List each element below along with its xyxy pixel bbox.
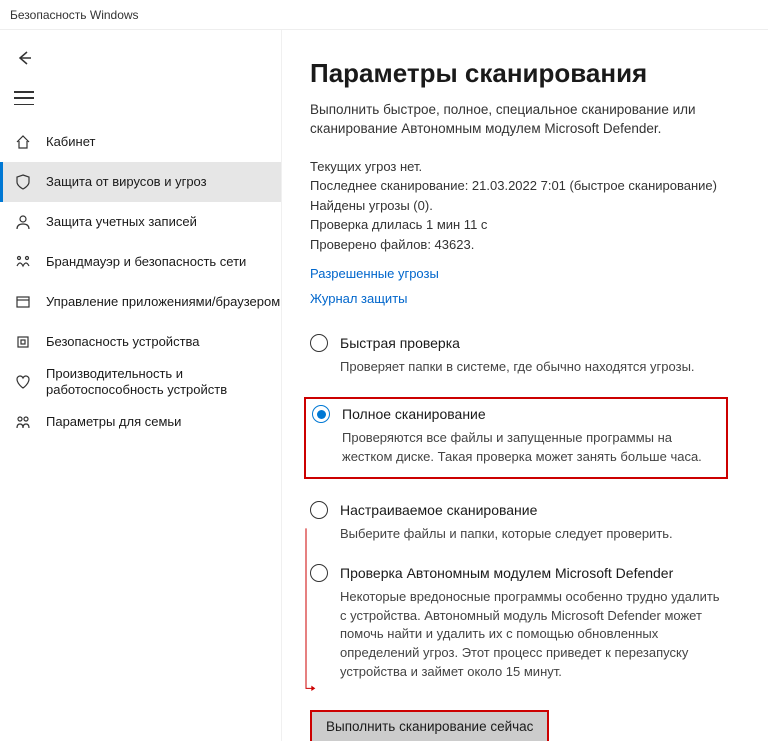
window-title: Безопасность Windows [10,8,139,22]
radio-icon[interactable] [312,405,330,423]
option-desc: Некоторые вредоносные программы особенно… [340,588,728,682]
status-duration: Проверка длилась 1 мин 11 с [310,215,728,235]
chip-icon [14,333,32,351]
option-title: Проверка Автономным модулем Microsoft De… [340,565,673,581]
radio-icon[interactable] [310,334,328,352]
status-files: Проверено файлов: 43623. [310,235,728,255]
scan-options: Быстрая проверка Проверяет папки в систе… [310,334,728,682]
page-description: Выполнить быстрое, полное, специальное с… [310,101,728,139]
window-titlebar: Безопасность Windows [0,0,768,30]
sidebar-item-account[interactable]: Защита учетных записей [0,202,281,242]
heart-icon [14,373,32,391]
main-content: Параметры сканирования Выполнить быстрое… [282,30,768,741]
status-last-scan: Последнее сканирование: 21.03.2022 7:01 … [310,176,728,196]
sidebar-item-firewall[interactable]: Брандмауэр и безопасность сети [0,242,281,282]
sidebar-item-appcontrol[interactable]: Управление приложениями/браузером [0,282,281,322]
radio-icon[interactable] [310,501,328,519]
sidebar-item-virus[interactable]: Защита от вирусов и угроз [0,162,281,202]
option-quick-scan[interactable]: Быстрая проверка Проверяет папки в систе… [310,334,728,377]
option-custom-scan[interactable]: Настраиваемое сканирование Выберите файл… [310,501,728,544]
status-no-threats: Текущих угроз нет. [310,157,728,177]
sidebar-item-label: Защита учетных записей [46,214,197,230]
option-desc: Выберите файлы и папки, которые следует … [340,525,728,544]
status-found: Найдены угрозы (0). [310,196,728,216]
scan-status: Текущих угроз нет. Последнее сканировани… [310,157,728,255]
sidebar-item-label: Безопасность устройства [46,334,200,350]
radio-icon[interactable] [310,564,328,582]
protection-history-link[interactable]: Журнал защиты [310,291,728,306]
sidebar-item-device-security[interactable]: Безопасность устройства [0,322,281,362]
sidebar-item-label: Защита от вирусов и угроз [46,174,207,190]
sidebar-item-family[interactable]: Параметры для семьи [0,402,281,442]
option-desc: Проверяет папки в системе, где обычно на… [340,358,728,377]
option-offline-scan[interactable]: Проверка Автономным модулем Microsoft De… [310,564,728,682]
home-icon [14,133,32,151]
sidebar-item-label: Брандмауэр и безопасность сети [46,254,246,270]
option-full-scan[interactable]: Полное сканирование Проверяются все файл… [304,397,728,479]
shield-icon [14,173,32,191]
scan-now-button[interactable]: Выполнить сканирование сейчас [310,710,549,741]
back-button[interactable] [14,48,34,68]
sidebar-item-home[interactable]: Кабинет [0,122,281,162]
option-title: Настраиваемое сканирование [340,502,537,518]
sidebar-item-label: Параметры для семьи [46,414,181,430]
sidebar-item-label: Производительность и работоспособность у… [46,366,256,397]
person-icon [14,213,32,231]
menu-icon[interactable] [14,91,34,105]
sidebar-item-label: Управление приложениями/браузером [46,294,280,310]
option-title: Быстрая проверка [340,335,460,351]
sidebar-item-label: Кабинет [46,134,95,150]
network-icon [14,253,32,271]
allowed-threats-link[interactable]: Разрешенные угрозы [310,266,728,281]
option-title: Полное сканирование [342,406,486,422]
page-title: Параметры сканирования [310,58,728,89]
window-icon [14,293,32,311]
sidebar-item-performance[interactable]: Производительность и работоспособность у… [0,362,281,402]
sidebar: Кабинет Защита от вирусов и угроз Защита… [0,30,282,741]
option-desc: Проверяются все файлы и запущенные прогр… [342,429,716,467]
family-icon [14,413,32,431]
